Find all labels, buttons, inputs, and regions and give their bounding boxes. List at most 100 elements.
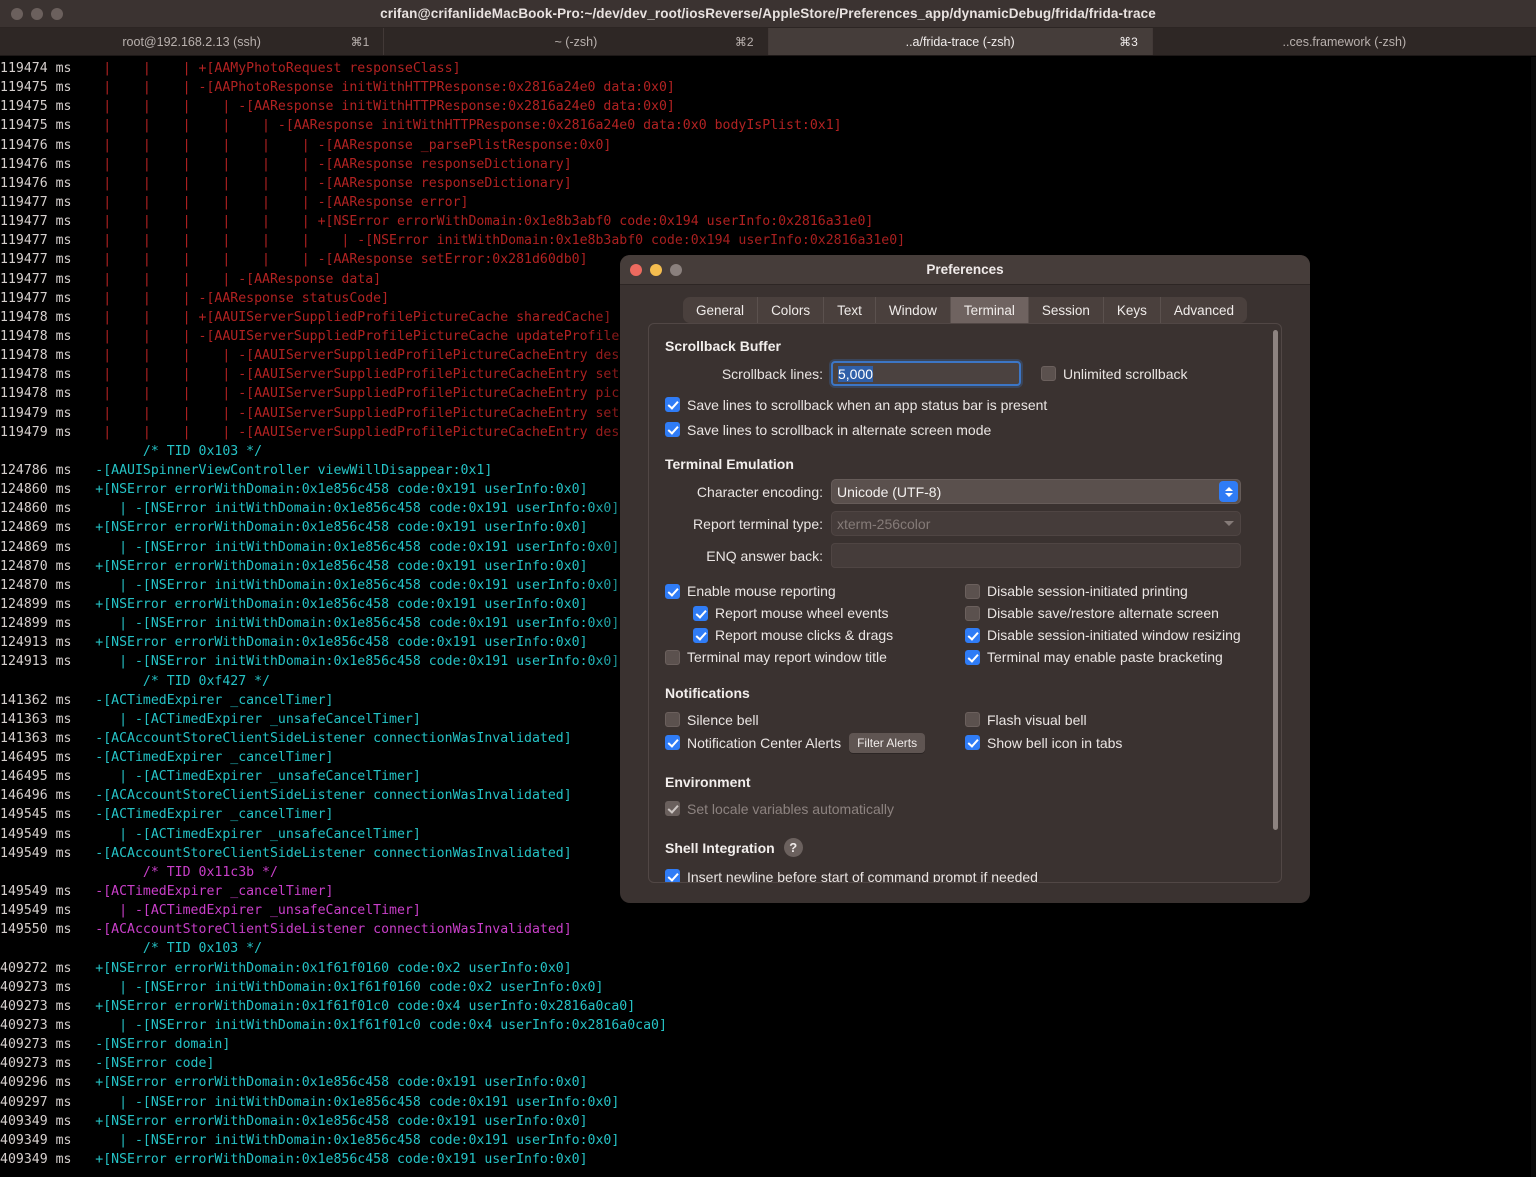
environment-group-title: Environment (665, 774, 751, 790)
terminal-line-text: | | | | -[AAUIServerSuppliedProfilePictu… (79, 424, 691, 440)
terminal-line-text: /* TID 0xf427 */ (79, 673, 270, 689)
terminal-line-timestamp: 146495 ms (0, 769, 80, 785)
enq-answer-back-input[interactable] (831, 543, 1241, 568)
disable-printing-checkbox[interactable] (965, 583, 980, 599)
terminal-titlebar: crifan@crifanlideMacBook-Pro:~/dev/dev_r… (0, 0, 1536, 28)
terminal-line-text: | -[NSError initWithDomain:0x1e856c458 c… (79, 577, 620, 593)
terminal-line-text: | | | -[AAPhotoResponse initWithHTTPResp… (79, 80, 675, 96)
character-encoding-label: Character encoding: (696, 483, 823, 500)
terminal-line-text: +[NSError errorWithDomain:0x1e856c458 co… (79, 558, 588, 574)
shell-integration-group-title: Shell Integration (665, 839, 775, 856)
terminal-line-timestamp: 409297 ms (0, 1094, 80, 1110)
preferences-panel-scrollbar[interactable] (1273, 330, 1278, 840)
tab-keys[interactable]: Keys (1104, 297, 1161, 323)
terminal-line-timestamp: 409296 ms (0, 1075, 80, 1091)
terminal-line-text: +[NSError errorWithDomain:0x1f61f01c0 co… (79, 998, 636, 1014)
terminal-tab-1[interactable]: root@192.168.2.13 (ssh) ⌘1 (0, 28, 385, 55)
terminal-tabbar[interactable]: root@192.168.2.13 (ssh) ⌘1 ~ (-zsh) ⌘2 .… (0, 28, 1536, 56)
terminal-line-timestamp: 124869 ms (0, 539, 80, 555)
tab-text[interactable]: Text (824, 297, 876, 323)
terminal-line-text: | | | | | | -[AAResponse _parsePlistResp… (79, 137, 612, 153)
insert-newline-checkbox[interactable] (665, 869, 680, 882)
flash-visual-bell-label: Flash visual bell (987, 711, 1087, 728)
disable-window-resizing-label: Disable session-initiated window resizin… (987, 627, 1241, 643)
terminal-line-timestamp: 409273 ms (0, 1018, 80, 1034)
terminal-line-timestamp: 149545 ms (0, 807, 80, 823)
enable-mouse-reporting-checkbox[interactable] (665, 583, 680, 599)
flash-visual-bell-checkbox[interactable] (965, 712, 980, 727)
terminal-line-timestamp: 119478 ms (0, 367, 80, 383)
terminal-line-text: | -[NSError initWithDomain:0x1e856c458 c… (79, 616, 620, 632)
terminal-line-timestamp: 119477 ms (0, 194, 80, 210)
paste-bracketing-checkbox[interactable] (965, 649, 980, 665)
notifications-left: Silence bell Notification Center Alerts … (665, 708, 965, 754)
unlimited-scrollback-checkbox[interactable] (1041, 366, 1056, 381)
preferences-dialog: Preferences General Colors Text Window T… (620, 255, 1310, 903)
terminal-settings-panel: Scrollback Buffer Scrollback lines: 5,00… (648, 323, 1282, 883)
terminal-line-timestamp: 124870 ms (0, 577, 80, 593)
tab-window[interactable]: Window (876, 297, 951, 323)
terminal-line-text: | | | -[AAResponse statusCode] (79, 290, 390, 306)
terminal-line: 119475 ms | | | | | -[AAResponse initWit… (0, 116, 1536, 135)
save-status-bar-checkbox[interactable] (665, 397, 680, 412)
zoom-icon[interactable] (51, 7, 63, 20)
terminal-line-text: +[NSError errorWithDomain:0x1e856c458 co… (79, 520, 588, 536)
disable-alt-screen-label: Disable save/restore alternate screen (987, 605, 1219, 621)
terminal-tab-2-shortcut: ⌘2 (734, 34, 754, 49)
disable-alt-screen-checkbox[interactable] (965, 605, 980, 621)
scrollback-lines-input[interactable]: 5,000 (831, 361, 1021, 386)
terminal-line-timestamp: 141363 ms (0, 711, 80, 727)
character-encoding-select[interactable]: Unicode (UTF-8) (831, 479, 1241, 504)
close-icon[interactable] (11, 7, 23, 20)
scrollbar-thumb[interactable] (1273, 330, 1278, 830)
report-window-title-checkbox[interactable] (665, 649, 680, 665)
filter-alerts-button[interactable]: Filter Alerts (849, 732, 926, 753)
tab-advanced[interactable]: Advanced (1161, 297, 1247, 323)
show-bell-icon-tabs-checkbox[interactable] (965, 735, 980, 750)
insert-newline-label: Insert newline before start of command p… (687, 868, 1038, 883)
disable-window-resizing-checkbox[interactable] (965, 627, 980, 643)
tab-general[interactable]: General (683, 297, 759, 323)
terminal-tab-3-label: ..a/frida-trace (-zsh) (905, 34, 1015, 49)
terminal-tab-1-shortcut: ⌘1 (350, 34, 370, 49)
terminal-line: 409272 ms +[NSError errorWithDomain:0x1f… (0, 959, 1536, 978)
terminal-line-text: +[NSError errorWithDomain:0x1e856c458 co… (79, 1113, 588, 1129)
terminal-line-text: -[ACAccountStoreClientSideListener conne… (79, 922, 572, 938)
terminal-line-timestamp: 119477 ms (0, 290, 80, 306)
notification-center-alerts-checkbox[interactable] (665, 735, 680, 750)
terminal-tab-3[interactable]: ..a/frida-trace (-zsh) ⌘3 (768, 28, 1153, 55)
terminal-scrollbar[interactable] (1531, 57, 1536, 1177)
save-alt-screen-checkbox[interactable] (665, 422, 680, 437)
terminal-line: 119476 ms | | | | | | -[AAResponse _pars… (0, 136, 1536, 155)
save-status-bar-label: Save lines to scrollback when an app sta… (687, 396, 1048, 413)
preferences-title: Preferences (926, 262, 1004, 277)
disable-printing-label: Disable session-initiated printing (987, 583, 1188, 599)
tab-colors[interactable]: Colors (758, 297, 825, 323)
silence-bell-checkbox[interactable] (665, 712, 680, 727)
terminal-tab-2[interactable]: ~ (-zsh) ⌘2 (384, 28, 769, 55)
report-terminal-type-select[interactable]: xterm-256color (831, 511, 1241, 536)
report-mouse-clicks-checkbox[interactable] (693, 627, 708, 643)
terminal-line-timestamp: 146496 ms (0, 788, 80, 804)
chevron-updown-icon[interactable] (1219, 481, 1238, 502)
terminal-tab-4[interactable]: ..ces.framework (-zsh) (1153, 28, 1536, 55)
minimize-icon[interactable] (31, 7, 43, 20)
terminal-line: 409349 ms | -[NSError initWithDomain:0x1… (0, 1131, 1536, 1150)
terminal-line-text: | -[NSError initWithDomain:0x1e856c458 c… (79, 501, 620, 517)
report-mouse-wheel-checkbox[interactable] (693, 605, 708, 621)
tab-session[interactable]: Session (1029, 297, 1104, 323)
terminal-line-timestamp: 119477 ms (0, 252, 80, 268)
enq-answer-back-label: ENQ answer back: (706, 547, 823, 564)
tab-terminal[interactable]: Terminal (950, 297, 1029, 323)
window-traffic-lights[interactable] (0, 7, 63, 20)
terminal-line-text: | -[NSError initWithDomain:0x1e856c458 c… (79, 1132, 620, 1148)
terminal-line-timestamp: 119477 ms (0, 271, 80, 287)
terminal-line-timestamp: 409349 ms (0, 1132, 80, 1148)
terminal-line: 409273 ms | -[NSError initWithDomain:0x1… (0, 978, 1536, 997)
terminal-line-timestamp: 119479 ms (0, 424, 80, 440)
help-icon[interactable]: ? (783, 838, 803, 857)
terminal-line: 119474 ms | | | +[AAMyPhotoRequest respo… (0, 59, 1536, 78)
terminal-line-text: -[ACAccountStoreClientSideListener conne… (79, 788, 572, 804)
terminal-line-timestamp: 119475 ms (0, 118, 80, 134)
preferences-tabbar[interactable]: General Colors Text Window Terminal Sess… (683, 297, 1247, 323)
